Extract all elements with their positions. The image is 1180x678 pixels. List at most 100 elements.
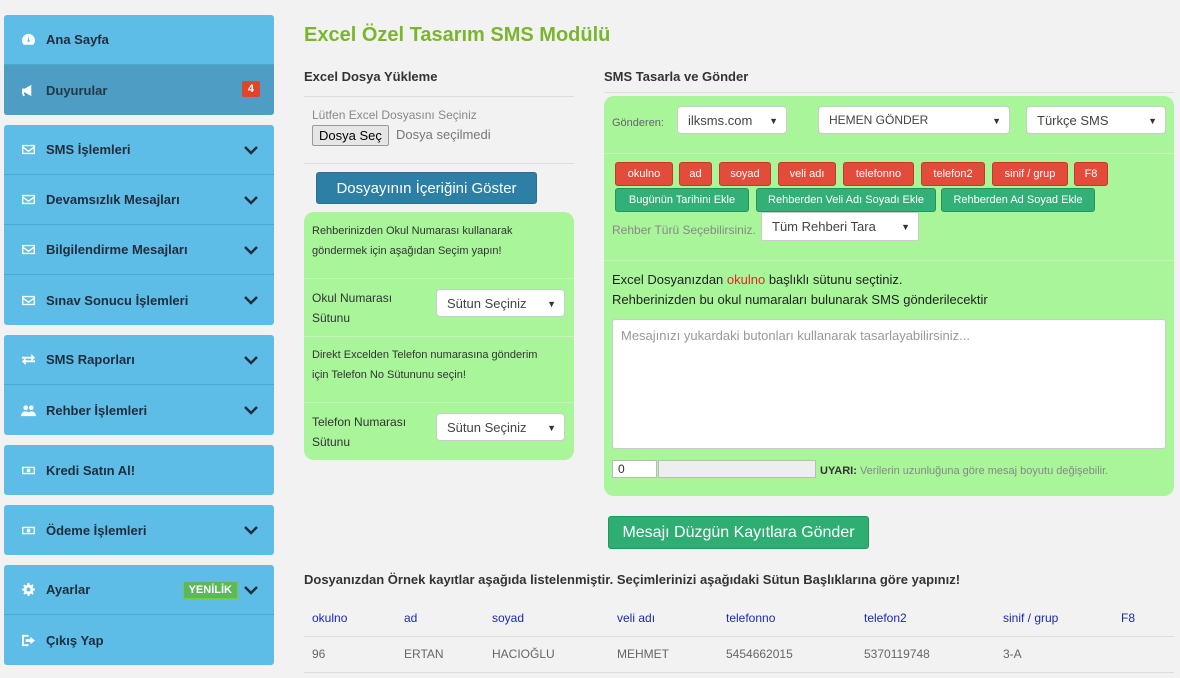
tag-button[interactable]: sinif / grup [992, 162, 1068, 186]
divider [604, 260, 1174, 261]
add-name-button[interactable]: Rehberden Ad Soyad Ekle [941, 188, 1095, 212]
table-cell: 96 [304, 636, 396, 673]
sidebar-item-label: SMS İşlemleri [46, 142, 131, 157]
rehber-type-select[interactable]: Tüm Rehberi Tara ▼ [761, 212, 919, 241]
sidebar-item-duyurular[interactable]: Duyurular 4 [4, 65, 274, 115]
sidebar-item-ana-sayfa[interactable]: Ana Sayfa [4, 15, 274, 65]
column-header: sinif / grup [995, 600, 1113, 637]
sidebar-item-label: Çıkış Yap [46, 632, 104, 648]
table-cell: MEHMET [609, 636, 718, 673]
divider [304, 402, 574, 403]
users-icon [20, 403, 36, 417]
upload-heading: Excel Dosya Yükleme [304, 69, 438, 84]
sidebar-group-reports: SMS Raporları Rehber İşlemleri [4, 335, 274, 435]
no-file-text: Dosya seçilmedi [396, 127, 491, 142]
sidebar-item-label: Bilgilendirme Mesajları [46, 242, 188, 257]
signout-icon [20, 633, 36, 647]
money-icon [20, 523, 36, 537]
language-select[interactable]: Türkçe SMS ▼ [1026, 106, 1166, 134]
sidebar-item-label: Ana Sayfa [46, 32, 109, 47]
sidebar-group-credit: Kredi Satın Al! [4, 445, 274, 495]
okul-column-select[interactable]: Sütun Seçiniz ▼ [436, 289, 565, 317]
table-cell: 5454662015 [718, 636, 856, 673]
message-textarea[interactable]: Mesajınızı yukardaki butonları kullanara… [612, 319, 1166, 449]
tag-button[interactable]: ad [679, 162, 712, 186]
tag-button[interactable]: soyad [719, 162, 771, 186]
sidebar-item-label: Kredi Satın Al! [46, 462, 136, 478]
tag-button[interactable]: okulno [615, 162, 673, 186]
show-file-content-button[interactable]: Dosyayının İçeriğini Göster [316, 172, 537, 204]
sidebar-item-label: Ödeme İşlemleri [46, 522, 147, 538]
dropdown-arrow-icon: ▼ [1148, 116, 1157, 126]
column-header: ad [396, 600, 484, 637]
dropdown-arrow-icon: ▼ [547, 423, 556, 433]
sidebar-item-odeme[interactable]: Ödeme İşlemleri [4, 505, 274, 555]
sms-design-panel: Gönderen: ilksms.com ▼ HEMEN GÖNDER ▼ Türk… [604, 96, 1174, 496]
add-date-button[interactable]: Bugünün Tarihini Ekle [615, 188, 749, 212]
divider [604, 92, 1174, 93]
sidebar-group-settings: Ayarlar YENİLİK Çıkış Yap [4, 565, 274, 665]
table-cell: HACIOĞLU [484, 636, 609, 673]
char-counter: 0 [612, 460, 657, 478]
size-progress-bar [658, 460, 816, 478]
sidebar-group-home: Ana Sayfa Duyurular 4 [4, 15, 274, 115]
envelope-icon [20, 143, 36, 157]
sample-heading: Dosyanızdan Örnek kayıtlar aşağıda liste… [304, 572, 961, 587]
chevron-down-icon [244, 193, 258, 205]
column-header: F8 [1113, 600, 1174, 637]
sidebar-item-bilgilendirme[interactable]: Bilgilendirme Mesajları [4, 225, 274, 275]
tag-button[interactable]: veli adı [778, 162, 836, 186]
sender-select[interactable]: ilksms.com ▼ [677, 106, 787, 134]
info-selected-column: Excel Dosyanızdan okulno başlıklı sütunu… [612, 272, 903, 287]
sidebar-item-label: Rehber İşlemleri [46, 402, 148, 418]
sidebar-item-sinav-sonucu[interactable]: Sınav Sonucu İşlemleri [4, 275, 274, 325]
table-cell [1113, 636, 1174, 673]
dashboard-icon [20, 33, 36, 47]
table-header-row: okulno ad soyad veli adı telefonno telef… [304, 600, 1174, 637]
chevron-down-icon [244, 523, 258, 535]
table-cell: 5370119748 [856, 636, 995, 673]
sidebar-item-cikis[interactable]: Çıkış Yap [4, 615, 274, 665]
tag-button[interactable]: F8 [1074, 162, 1108, 186]
chevron-down-icon [244, 583, 258, 595]
sidebar-item-devamsizlik[interactable]: Devamsızlık Mesajları [4, 175, 274, 225]
file-label: Lütfen Excel Dosyasını Seçiniz [312, 108, 477, 122]
add-parent-name-button[interactable]: Rehberden Veli Adı Soyadı Ekle [756, 188, 936, 212]
okul-label: Okul Numarası Sütunu [312, 291, 393, 325]
sidebar-item-label: Duyurular [46, 82, 108, 98]
info-rehber: Rehberinizden bu okul numaraları bulunar… [612, 292, 988, 307]
chevron-down-icon [244, 353, 258, 365]
chevron-down-icon [244, 293, 258, 305]
sidebar: Ana Sayfa Duyurular 4 SMS İşlemleri Deva… [4, 15, 274, 675]
send-message-button[interactable]: Mesajı Düzgün Kayıtlara Gönder [608, 516, 869, 549]
warning-text: UYARI: Verilerin uzunluğuna göre mesaj b… [820, 465, 1109, 477]
envelope-icon [20, 293, 36, 307]
column-header: soyad [484, 600, 609, 637]
sidebar-item-label: SMS Raporları [46, 352, 135, 367]
sidebar-item-label: Ayarlar [46, 582, 91, 597]
sidebar-item-sms-raporlari[interactable]: SMS Raporları [4, 335, 274, 385]
money-icon [20, 463, 36, 477]
timing-select[interactable]: HEMEN GÖNDER ▼ [818, 106, 1010, 134]
exchange-icon [20, 353, 36, 367]
sidebar-item-kredi[interactable]: Kredi Satın Al! [4, 445, 274, 495]
tag-button[interactable]: telefonno [843, 162, 914, 186]
divider [304, 278, 574, 279]
telefon-column-select[interactable]: Sütun Seçiniz ▼ [436, 413, 565, 441]
table-cell: 3-A [995, 636, 1113, 673]
okul-hint: Rehberinizden Okul Numarası kullanarak g… [312, 225, 513, 257]
choose-file-button[interactable]: Dosya Seç [312, 125, 389, 146]
sidebar-group-sms: SMS İşlemleri Devamsızlık Mesajları Bilg… [4, 125, 274, 325]
sidebar-item-ayarlar[interactable]: Ayarlar YENİLİK [4, 565, 274, 615]
page-title: Excel Özel Tasarım SMS Modülü [304, 24, 611, 46]
dropdown-arrow-icon: ▼ [992, 116, 1001, 126]
chevron-down-icon [244, 143, 258, 155]
envelope-icon [20, 193, 36, 207]
sidebar-item-sms-islemleri[interactable]: SMS İşlemleri [4, 125, 274, 175]
table-cell: ERTAN [396, 636, 484, 673]
gear-icon [20, 583, 36, 597]
sidebar-item-rehber[interactable]: Rehber İşlemleri [4, 385, 274, 435]
tag-button[interactable]: telefon2 [921, 162, 985, 186]
sidebar-item-label: Devamsızlık Mesajları [46, 192, 180, 207]
dropdown-arrow-icon: ▼ [901, 222, 910, 232]
